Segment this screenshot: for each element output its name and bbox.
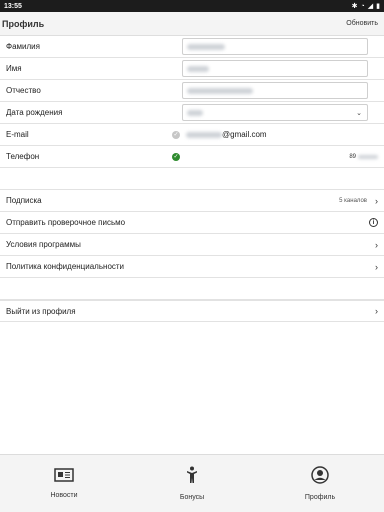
lastname-field[interactable] [182, 38, 368, 55]
lastname-label: Фамилия [6, 42, 40, 51]
tab-profile[interactable]: Профиль [256, 455, 384, 512]
tab-profile-label: Профиль [304, 494, 336, 501]
subscription-count: 5 каналов [339, 197, 367, 204]
phone-label: Телефон [6, 152, 40, 161]
logout-row[interactable]: Выйти из профиля › [0, 300, 384, 322]
verify-email-row[interactable]: Отправить проверочное письмо i [0, 212, 384, 234]
email-label: E-mail [6, 130, 29, 139]
firstname-row: Имя [0, 58, 384, 80]
lastname-row: Фамилия [0, 36, 384, 58]
wifi-icon: ◔ [360, 2, 365, 10]
app-bar: Профиль Обновить [0, 12, 384, 36]
check-icon: ✓ [172, 152, 180, 161]
phone-prefix: 89 [349, 153, 356, 160]
verify-email-label: Отправить проверочное письмо [6, 218, 126, 227]
select-arrow-icon: ⌄ [356, 110, 362, 117]
bluetooth-icon: ✱ [351, 3, 358, 10]
bottom-tab-bar: Новости Бонусы Профиль [0, 454, 384, 512]
redacted-value [187, 65, 209, 72]
firstname-label: Имя [6, 64, 22, 73]
status-bar: 13:55 ✱ ◔ ◢ ▮ [0, 0, 384, 12]
signal-icon: ◢ [367, 3, 374, 10]
profile-icon [311, 466, 329, 484]
chevron-right-icon: › [375, 261, 378, 272]
redacted-value [187, 43, 225, 50]
check-icon: ✓ [172, 130, 180, 139]
logout-label: Выйти из профиля [6, 306, 76, 316]
privacy-row[interactable]: Политика конфиденциальности › [0, 256, 384, 278]
email-row: E-mail ✓ @gmail.com [0, 124, 384, 146]
tab-bonuses[interactable]: Бонусы [128, 455, 256, 512]
redacted-value [187, 109, 203, 116]
patronymic-label: Отчество [6, 86, 41, 95]
news-icon [54, 468, 74, 482]
tab-news[interactable]: Новости [0, 455, 128, 512]
chevron-right-icon: › [375, 239, 378, 250]
redacted-value [186, 131, 222, 138]
redacted-value [187, 87, 253, 94]
birthdate-row: Дата рождения ⌄ [0, 102, 384, 124]
phone-label-wrap: Телефон ✓ [6, 152, 182, 161]
redacted-value [358, 154, 378, 159]
terms-row[interactable]: Условия программы › [0, 234, 384, 256]
page-title: Профиль [2, 18, 45, 29]
chevron-right-icon: › [375, 306, 378, 316]
tab-news-label: Новости [50, 492, 78, 499]
chevron-right-icon: › [375, 195, 378, 206]
patronymic-field[interactable] [182, 82, 368, 99]
person-icon [187, 466, 197, 483]
section-spacer [0, 168, 384, 190]
status-icons: ✱ ◔ ◢ ▮ [351, 2, 380, 11]
email-field[interactable]: @gmail.com [182, 126, 368, 143]
email-value: @gmail.com [222, 130, 267, 139]
status-time: 13:55 [4, 2, 22, 10]
phone-row: Телефон ✓ 89 [0, 146, 384, 168]
subscription-row[interactable]: Подписка 5 каналов › [0, 190, 384, 212]
privacy-label: Политика конфиденциальности [6, 262, 125, 271]
patronymic-row: Отчество [0, 80, 384, 102]
subscription-label: Подписка [6, 196, 42, 205]
phone-value: 89 [349, 154, 378, 160]
tab-bonuses-label: Бонусы [179, 494, 205, 501]
email-label-wrap: E-mail ✓ [6, 130, 182, 139]
battery-icon: ▮ [376, 3, 380, 10]
refresh-button[interactable]: Обновить [346, 20, 378, 27]
section-spacer [0, 278, 384, 300]
birthdate-label: Дата рождения [6, 108, 63, 117]
info-icon[interactable]: i [369, 218, 378, 227]
birthdate-select[interactable]: ⌄ [182, 104, 368, 121]
firstname-field[interactable] [182, 60, 368, 77]
terms-label: Условия программы [6, 240, 81, 249]
